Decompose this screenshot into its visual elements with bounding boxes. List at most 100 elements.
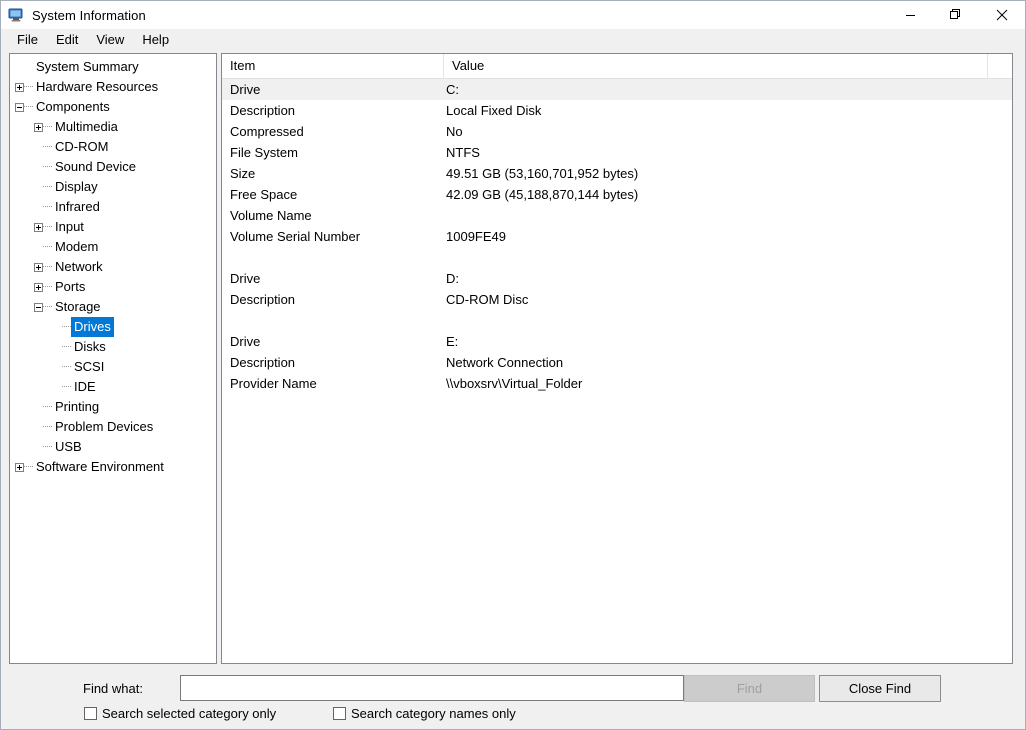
expand-icon[interactable] xyxy=(34,262,43,272)
menu-item-file[interactable]: File xyxy=(8,30,47,50)
close-find-button[interactable]: Close Find xyxy=(819,675,941,702)
tree-item-label: Printing xyxy=(55,399,100,414)
expand-icon[interactable] xyxy=(15,462,24,472)
tree-item-storage[interactable]: Storage xyxy=(10,297,216,317)
tree-item-label: Input xyxy=(55,219,84,234)
table-row[interactable]: Description Network Connection xyxy=(222,352,1012,373)
search-category-names-checkbox[interactable]: Search category names only xyxy=(333,706,516,721)
column-header-value[interactable]: Value xyxy=(444,54,988,78)
table-row[interactable]: Free Space 42.09 GB (45,188,870,144 bytes… xyxy=(222,184,1012,205)
table-row[interactable]: Volume Serial Number 1009FE49 xyxy=(222,226,1012,247)
window-title: System Information xyxy=(32,7,146,23)
table-row[interactable]: Description Local Fixed Disk xyxy=(222,100,1012,121)
minimize-icon[interactable] xyxy=(887,1,933,29)
table-row[interactable] xyxy=(222,310,1012,331)
cell-item: Size xyxy=(230,166,256,181)
table-row[interactable]: Compressed No xyxy=(222,121,1012,142)
tree-item-drives[interactable]: Drives xyxy=(10,317,216,337)
cell-value: 42.09 GB (45,188,870,144 bytes) xyxy=(446,187,639,202)
search-selected-category-label: Search selected category only xyxy=(102,706,277,721)
tree-item-components[interactable]: Components xyxy=(10,97,216,117)
collapse-icon[interactable] xyxy=(15,102,24,112)
category-tree: System Summary Hardware Resources Componen… xyxy=(10,54,216,477)
tree-connector xyxy=(43,306,52,308)
cell-item: Free Space xyxy=(230,187,298,202)
tree-item-label: Software Environment xyxy=(36,459,164,474)
tree-item-scsi[interactable]: SCSI xyxy=(10,357,216,377)
find-button[interactable]: Find xyxy=(684,675,815,702)
cell-value: D: xyxy=(446,271,459,286)
tree-item-display[interactable]: Display xyxy=(10,177,216,197)
column-header-item[interactable]: Item xyxy=(222,54,444,78)
tree-item-ide[interactable]: IDE xyxy=(10,377,216,397)
tree-item-software-environment[interactable]: Software Environment xyxy=(10,457,216,477)
cell-value: No xyxy=(446,124,463,139)
tree-connector xyxy=(43,126,52,128)
tree-item-label: Drives xyxy=(71,317,114,337)
menu-item-edit[interactable]: Edit xyxy=(47,30,87,50)
table-row[interactable]: Drive E: xyxy=(222,331,1012,352)
expand-icon[interactable] xyxy=(34,222,43,232)
menu-item-view[interactable]: View xyxy=(87,30,133,50)
checkbox-box xyxy=(84,707,97,720)
table-row[interactable]: File System NTFS xyxy=(222,142,1012,163)
tree-connector xyxy=(62,326,71,328)
details-list-rows: Drive C: Description Local Fixed Disk Compre… xyxy=(222,79,1012,663)
tree-connector xyxy=(43,166,52,168)
table-row[interactable]: Volume Name xyxy=(222,205,1012,226)
find-input[interactable] xyxy=(180,675,684,701)
tree-item-label: SCSI xyxy=(74,359,105,374)
tree-item-disks[interactable]: Disks xyxy=(10,337,216,357)
details-list-panel[interactable]: Item Value Drive C: Description Local Fixed… xyxy=(221,53,1013,664)
cell-value: Local Fixed Disk xyxy=(446,103,542,118)
cell-value: 49.51 GB (53,160,701,952 bytes) xyxy=(446,166,639,181)
tree-connector xyxy=(43,266,52,268)
tree-connector xyxy=(43,246,52,248)
tree-item-label: Ports xyxy=(55,279,86,294)
tree-item-label: Multimedia xyxy=(55,119,118,134)
tree-item-hardware-resources[interactable]: Hardware Resources xyxy=(10,77,216,97)
cell-value: Network Connection xyxy=(446,355,564,370)
tree-item-system-summary[interactable]: System Summary xyxy=(10,57,216,77)
table-row[interactable]: Drive C: xyxy=(222,79,1012,100)
tree-connector xyxy=(43,226,52,228)
tree-item-ports[interactable]: Ports xyxy=(10,277,216,297)
search-category-names-label: Search category names only xyxy=(351,706,516,721)
expand-icon[interactable] xyxy=(34,282,43,292)
tree-item-cd-rom[interactable]: CD-ROM xyxy=(10,137,216,157)
expand-icon[interactable] xyxy=(34,122,43,132)
table-row[interactable] xyxy=(222,247,1012,268)
table-row[interactable]: Description CD-ROM Disc xyxy=(222,289,1012,310)
table-row[interactable]: Size 49.51 GB (53,160,701,952 bytes) xyxy=(222,163,1012,184)
tree-item-usb[interactable]: USB xyxy=(10,437,216,457)
tree-item-network[interactable]: Network xyxy=(10,257,216,277)
menu-item-help[interactable]: Help xyxy=(133,30,178,50)
checkbox-box xyxy=(333,707,346,720)
tree-item-infrared[interactable]: Infrared xyxy=(10,197,216,217)
tree-item-problem-devices[interactable]: Problem Devices xyxy=(10,417,216,437)
tree-connector xyxy=(62,366,71,368)
tree-item-label: System Summary xyxy=(36,59,139,74)
expand-icon[interactable] xyxy=(15,82,24,92)
close-icon[interactable] xyxy=(979,1,1025,29)
tree-item-sound-device[interactable]: Sound Device xyxy=(10,157,216,177)
table-row[interactable]: Provider Name \\vboxsrv\Virtual_Folder xyxy=(222,373,1012,394)
search-selected-category-checkbox[interactable]: Search selected category only xyxy=(84,706,276,721)
menubar: File Edit View Help xyxy=(1,29,1025,51)
cell-item: File System xyxy=(230,145,298,160)
restore-icon[interactable] xyxy=(933,1,979,29)
category-tree-panel[interactable]: System Summary Hardware Resources Componen… xyxy=(9,53,217,664)
table-row[interactable]: Drive D: xyxy=(222,268,1012,289)
tree-item-input[interactable]: Input xyxy=(10,217,216,237)
cell-item: Compressed xyxy=(230,124,304,139)
tree-item-modem[interactable]: Modem xyxy=(10,237,216,257)
cell-item: Description xyxy=(230,103,296,118)
computer-monitor-icon xyxy=(8,7,24,23)
tree-item-label: IDE xyxy=(74,379,96,394)
tree-connector xyxy=(62,386,71,388)
collapse-icon[interactable] xyxy=(34,302,43,312)
tree-item-printing[interactable]: Printing xyxy=(10,397,216,417)
cell-value: 1009FE49 xyxy=(446,229,506,244)
cell-item: Drive xyxy=(230,334,261,349)
tree-item-multimedia[interactable]: Multimedia xyxy=(10,117,216,137)
